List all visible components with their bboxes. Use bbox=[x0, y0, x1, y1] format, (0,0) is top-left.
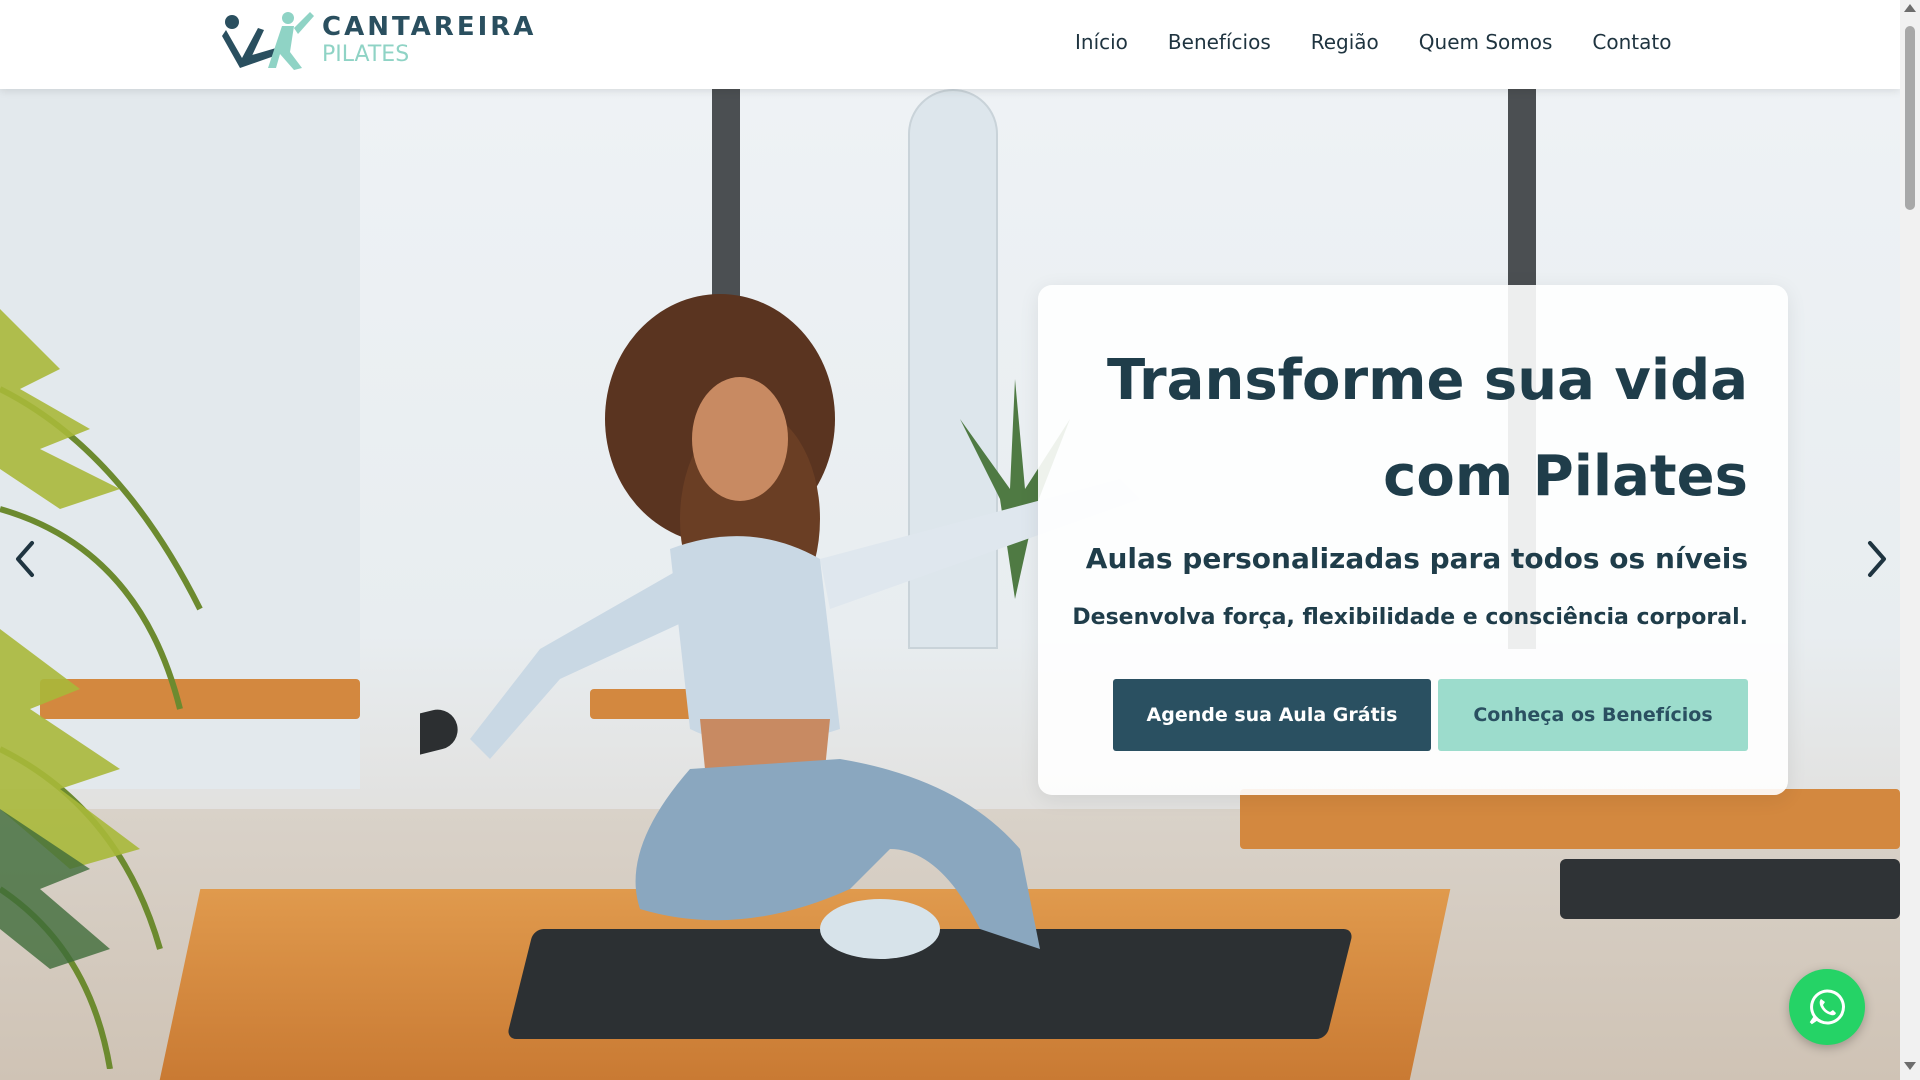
carousel-prev-button[interactable] bbox=[4, 529, 44, 589]
carousel-next-button[interactable] bbox=[1858, 529, 1898, 589]
site-header: CANTAREIRA PILATES Início Benefícios Reg… bbox=[0, 0, 1900, 89]
benefits-button[interactable]: Conheça os Benefícios bbox=[1438, 679, 1748, 751]
schedule-free-class-button[interactable]: Agende sua Aula Grátis bbox=[1113, 679, 1431, 751]
brand-logo[interactable]: CANTAREIRA PILATES bbox=[218, 8, 533, 72]
scroll-up-arrow-icon[interactable] bbox=[1904, 4, 1916, 12]
nav-item-contato[interactable]: Contato bbox=[1592, 30, 1671, 54]
hero-title: Transforme sua vida com Pilates bbox=[1107, 348, 1748, 509]
whatsapp-button[interactable] bbox=[1789, 969, 1865, 1045]
nav-item-beneficios[interactable]: Benefícios bbox=[1168, 30, 1271, 54]
page-scrollbar[interactable] bbox=[1900, 0, 1920, 1080]
nav-item-quem-somos[interactable]: Quem Somos bbox=[1419, 30, 1553, 54]
hero-carousel: Transforme sua vida com Pilates Aulas pe… bbox=[0, 89, 1900, 1080]
pilates-figures-icon bbox=[218, 8, 318, 72]
whatsapp-icon bbox=[1809, 989, 1845, 1025]
nav-item-inicio[interactable]: Início bbox=[1075, 30, 1128, 54]
brand-name: CANTAREIRA bbox=[322, 12, 537, 42]
hero-card: Transforme sua vida com Pilates Aulas pe… bbox=[1038, 285, 1788, 795]
hero-description: Desenvolva força, flexibilidade e consci… bbox=[1072, 605, 1748, 630]
palm-plant-image bbox=[0, 309, 203, 1069]
main-nav: Início Benefícios Região Quem Somos Cont… bbox=[1075, 30, 1711, 54]
brand-tagline: PILATES bbox=[322, 42, 410, 67]
scroll-down-arrow-icon[interactable] bbox=[1904, 1062, 1916, 1070]
reformer-background bbox=[1240, 789, 1900, 849]
brand-wordmark: CANTAREIRA PILATES bbox=[322, 14, 536, 66]
chevron-left-icon bbox=[16, 541, 34, 577]
reformer-pad bbox=[1560, 859, 1900, 919]
scroll-thumb[interactable] bbox=[1905, 26, 1915, 210]
nav-item-regiao[interactable]: Região bbox=[1311, 30, 1379, 54]
hero-subtitle: Aulas personalizadas para todos os nívei… bbox=[1085, 542, 1748, 575]
chevron-right-icon bbox=[1868, 541, 1886, 577]
